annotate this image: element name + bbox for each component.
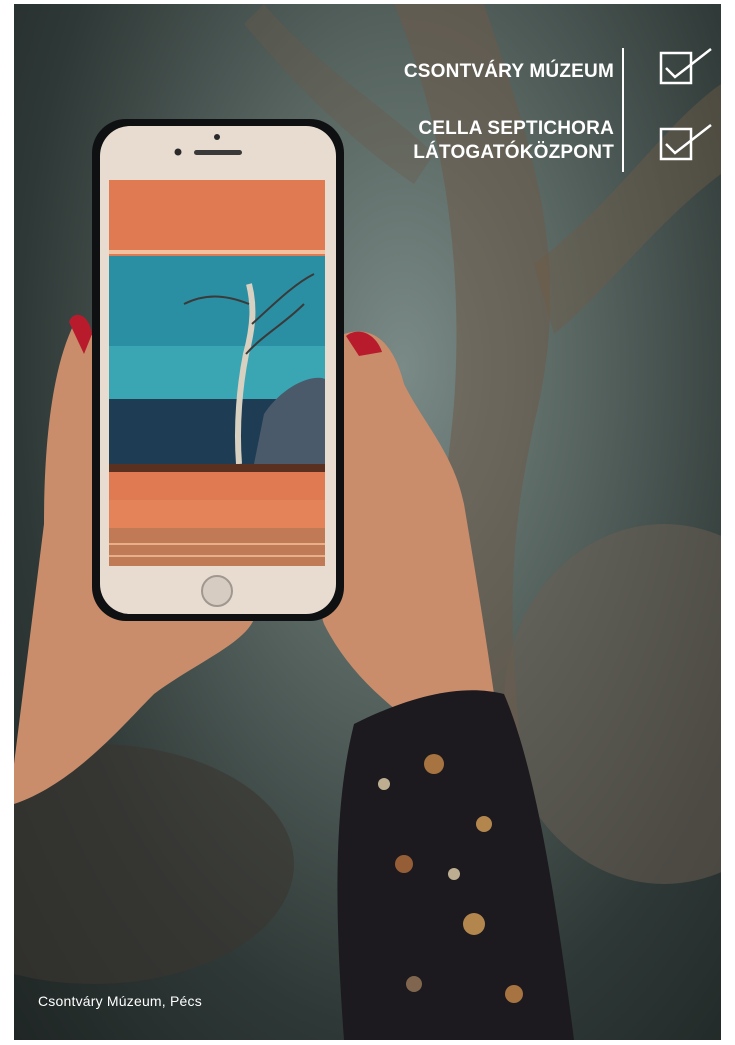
photo-scene xyxy=(14,4,721,1040)
background-photo xyxy=(14,4,721,1040)
checkbox-checked-icon xyxy=(659,124,712,161)
visitor-center-label-line1: CELLA SEPTICHORA xyxy=(418,118,614,139)
photo-caption: Csontváry Múzeum, Pécs xyxy=(38,993,202,1009)
label-divider xyxy=(622,48,624,172)
visitor-center-label-line2: LÁTOGATÓKÖZPONT xyxy=(413,142,614,163)
museum-label: CSONTVÁRY MÚZEUM xyxy=(403,61,614,82)
checkbox-checked-icon xyxy=(659,48,712,85)
